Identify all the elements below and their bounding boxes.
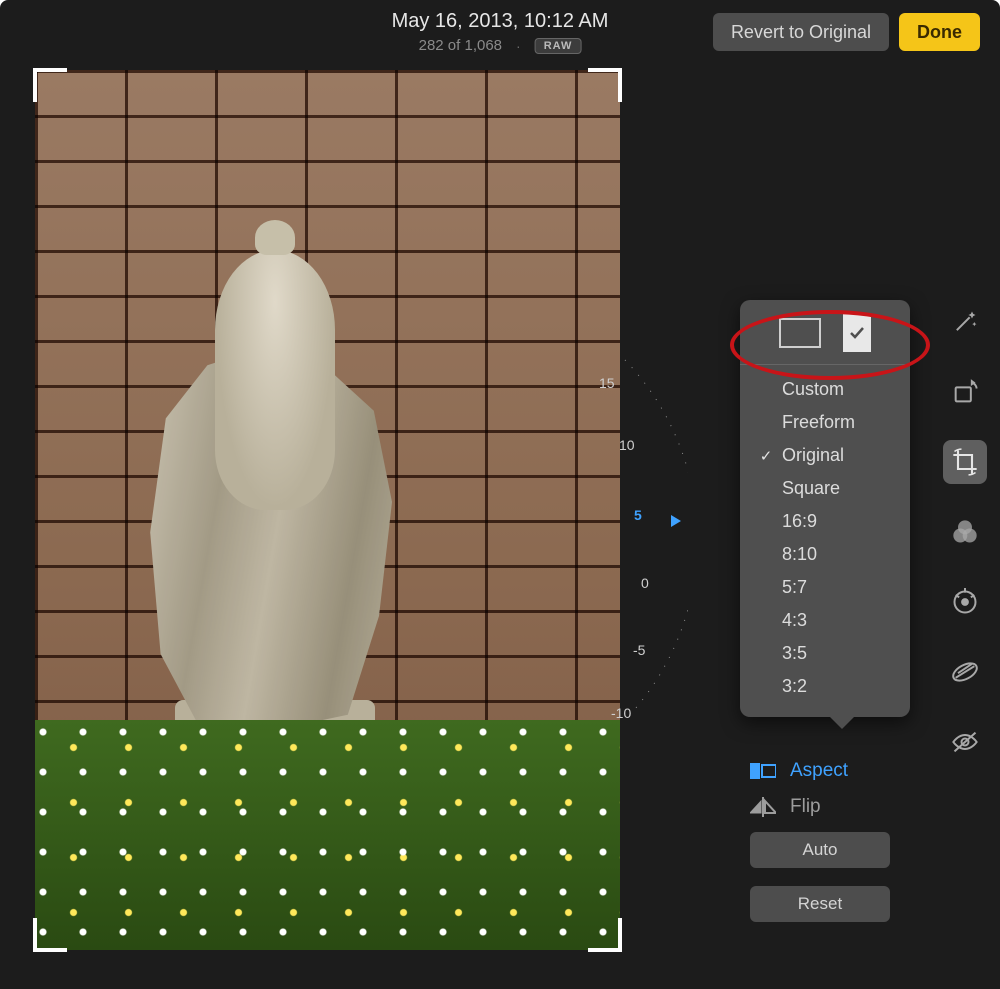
edit-toolstrip [940, 300, 990, 764]
flip-label: Flip [790, 796, 821, 818]
photo-content [35, 70, 620, 950]
svg-text:10: 10 [619, 437, 635, 453]
aspect-option-label: Custom [782, 379, 844, 400]
magic-wand-icon[interactable] [943, 300, 987, 344]
aspect-option[interactable]: ✓Freeform [740, 406, 910, 439]
aspect-option[interactable]: ✓3:2 [740, 670, 910, 703]
aspect-option[interactable]: ✓5:7 [740, 571, 910, 604]
flip-button[interactable]: Flip [750, 796, 895, 818]
aspect-popover: ✓Custom✓Freeform ✓ Original ✓Square✓16:9✓8:… [740, 300, 910, 717]
svg-text:0: 0 [641, 575, 649, 591]
reset-button[interactable]: Reset [750, 886, 890, 922]
aspect-option[interactable]: ✓8:10 [740, 538, 910, 571]
topbar: May 16, 2013, 10:12 AM 282 of 1,068 · RA… [0, 0, 1000, 64]
crop-handle-bl[interactable] [33, 918, 67, 952]
done-button[interactable]: Done [899, 13, 980, 51]
svg-text:-5: -5 [633, 642, 646, 658]
aspect-option[interactable]: ✓16:9 [740, 505, 910, 538]
aspect-icon [750, 760, 776, 782]
aspect-option[interactable]: ✓Square [740, 472, 910, 505]
crop-panel: Aspect Flip Auto Reset [750, 760, 895, 922]
crop-handle-tr[interactable] [588, 68, 622, 102]
svg-text:5: 5 [634, 507, 642, 523]
aspect-button[interactable]: Aspect [750, 760, 895, 782]
adjust-icon[interactable] [943, 580, 987, 624]
crop-handle-tl[interactable] [33, 68, 67, 102]
raw-badge: RAW [535, 38, 582, 54]
aspect-option-label: Original [782, 445, 844, 466]
rotate-icon[interactable] [943, 370, 987, 414]
aspect-option-label: Freeform [782, 412, 855, 433]
aspect-list: ✓Custom✓Freeform ✓ Original ✓Square✓16:9✓8:… [740, 365, 910, 707]
dial-pointer [671, 515, 681, 527]
aspect-option-label: 4:3 [782, 610, 807, 631]
aspect-label: Aspect [790, 760, 848, 782]
orientation-landscape[interactable] [779, 318, 821, 348]
aspect-option-label: 5:7 [782, 577, 807, 598]
aspect-option[interactable]: ✓3:5 [740, 637, 910, 670]
check-icon [849, 325, 865, 341]
check-icon: ✓ [758, 447, 774, 465]
aspect-option-label: 3:5 [782, 643, 807, 664]
aspect-option-label: 8:10 [782, 544, 817, 565]
auto-button[interactable]: Auto [750, 832, 890, 868]
aspect-option-label: 16:9 [782, 511, 817, 532]
crop-icon[interactable] [943, 440, 987, 484]
title-block: May 16, 2013, 10:12 AM 282 of 1,068 · RA… [392, 10, 609, 54]
orientation-row [740, 314, 910, 365]
retouch-icon[interactable] [943, 650, 987, 694]
redeye-icon[interactable] [943, 720, 987, 764]
photo-counter: 282 of 1,068 [419, 37, 502, 54]
orientation-portrait[interactable] [843, 314, 871, 352]
filters-icon[interactable] [943, 510, 987, 554]
revert-button[interactable]: Revert to Original [713, 13, 889, 51]
photos-edit-window: May 16, 2013, 10:12 AM 282 of 1,068 · RA… [0, 0, 1000, 989]
flip-icon [750, 796, 776, 818]
aspect-option[interactable]: ✓Custom [740, 373, 910, 406]
aspect-option-label: Square [782, 478, 840, 499]
aspect-option-label: 3:2 [782, 676, 807, 697]
image-canvas[interactable] [35, 70, 620, 950]
photo-date: May 16, 2013, 10:12 AM [392, 10, 609, 33]
aspect-option[interactable]: ✓ Original [740, 439, 910, 472]
crop-handle-br[interactable] [588, 918, 622, 952]
aspect-option[interactable]: ✓4:3 [740, 604, 910, 637]
